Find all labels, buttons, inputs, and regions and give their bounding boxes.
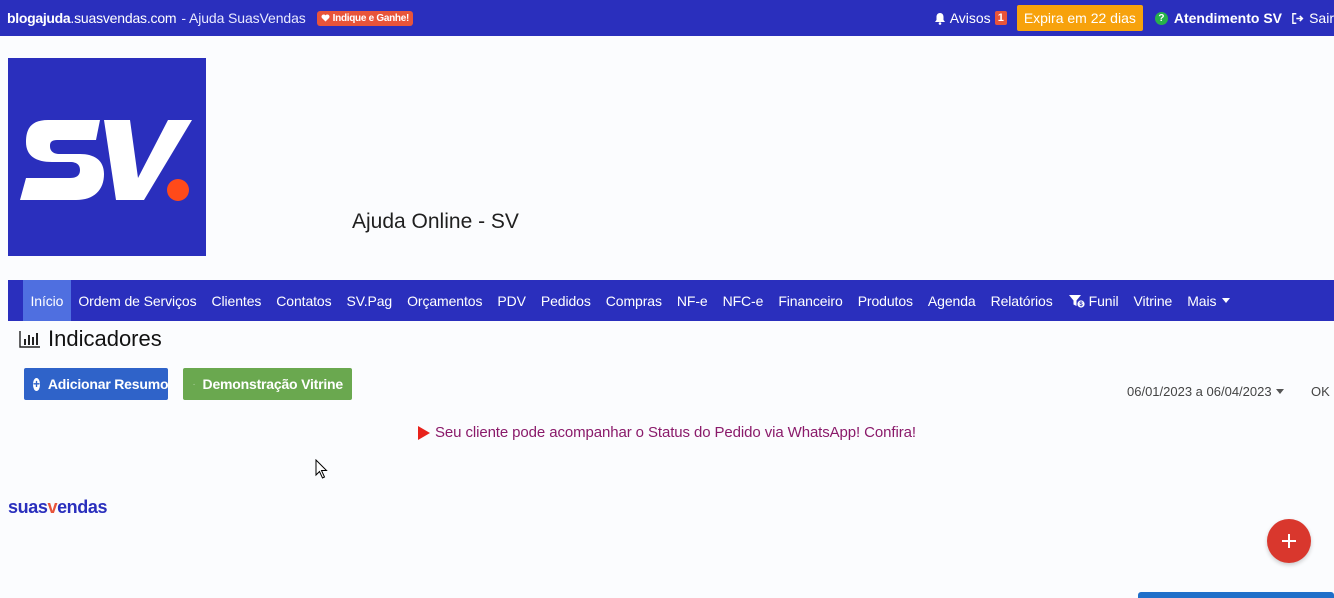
play-icon	[418, 425, 430, 440]
top-bar: blogajuda .suasvendas.com - Ajuda SuasVen…	[0, 0, 1334, 36]
company-logo	[8, 58, 206, 256]
footer-brand-v: v	[47, 497, 58, 517]
nav-item-nfe[interactable]: NF-e	[669, 280, 715, 321]
nav-item-mais[interactable]: Mais	[1180, 280, 1238, 321]
main-nav: Início Ordem de Serviços Clientes Contat…	[8, 280, 1334, 321]
site-domain-bold[interactable]: blogajuda	[7, 10, 71, 26]
bottom-panel-tab[interactable]	[1138, 592, 1334, 598]
add-resumo-label: Adicionar Resumo	[47, 376, 169, 392]
atendimento-label: Atendimento SV	[1173, 10, 1282, 26]
nav-item-clientes[interactable]: Clientes	[204, 280, 269, 321]
nav-item-ordem-de-servicos[interactable]: Ordem de Serviços	[71, 280, 204, 321]
avisos-count-badge: 1	[994, 11, 1007, 25]
nav-item-orcamentos[interactable]: Orçamentos	[400, 280, 490, 321]
plus-icon	[1282, 534, 1296, 548]
paper-plane-icon	[193, 383, 195, 385]
nav-item-nfce[interactable]: NFC-e	[715, 280, 771, 321]
funnel-icon: $	[1068, 294, 1086, 308]
nav-item-inicio[interactable]: Início	[23, 280, 71, 321]
site-info: blogajuda .suasvendas.com - Ajuda SuasVen…	[0, 10, 413, 26]
chevron-down-icon	[1275, 389, 1284, 394]
footer-brand-logo: suasvendas	[8, 497, 107, 518]
sair-link[interactable]: Sair	[1292, 10, 1334, 26]
logout-icon	[1292, 12, 1304, 24]
date-range-picker[interactable]: 06/01/2023 a 06/04/2023	[1127, 384, 1284, 399]
avisos-button[interactable]: Avisos 1	[934, 10, 1007, 26]
nav-item-pdv[interactable]: PDV	[490, 280, 534, 321]
footer-brand-post: endas	[57, 497, 108, 517]
section-title: Indicadores	[48, 326, 162, 351]
ok-button[interactable]: OK	[1311, 384, 1330, 399]
top-right-actions: Avisos 1 Expira em 22 dias ? Atendimento…	[934, 0, 1334, 36]
nav-item-funil[interactable]: $ Funil	[1060, 280, 1126, 321]
indique-label: Indique e Ganhe!	[332, 12, 410, 24]
sair-label: Sair	[1309, 10, 1334, 26]
footer-brand-pre: suas	[8, 497, 48, 517]
nav-item-produtos[interactable]: Produtos	[850, 280, 920, 321]
nav-item-contatos[interactable]: Contatos	[269, 280, 339, 321]
heart-icon	[321, 14, 330, 22]
page-title: Ajuda Online - SV	[352, 210, 519, 233]
nav-item-vitrine[interactable]: Vitrine	[1126, 280, 1180, 321]
avisos-label: Avisos	[949, 10, 991, 26]
demo-vitrine-label: Demonstração Vitrine	[202, 376, 344, 392]
nav-item-relatorios[interactable]: Relatórios	[983, 280, 1060, 321]
add-resumo-button[interactable]: + Adicionar Resumo	[24, 368, 169, 400]
expira-button[interactable]: Expira em 22 dias	[1016, 5, 1143, 31]
chevron-down-icon	[1222, 298, 1231, 303]
site-domain-rest[interactable]: .suasvendas.com	[70, 10, 176, 26]
whatsapp-banner-link[interactable]: Seu cliente pode acompanhar o Status do …	[418, 424, 916, 441]
nav-item-financeiro[interactable]: Financeiro	[771, 280, 850, 321]
atendimento-link[interactable]: ? Atendimento SV	[1154, 10, 1282, 26]
nav-item-pedidos[interactable]: Pedidos	[533, 280, 598, 321]
indicadores-header: Indicadores	[19, 326, 162, 352]
nav-item-mais-label: Mais	[1187, 292, 1217, 309]
bell-icon	[934, 12, 945, 25]
indique-badge[interactable]: Indique e Ganhe!	[316, 10, 413, 26]
site-title: - Ajuda SuasVendas	[181, 10, 306, 26]
chart-icon	[19, 331, 40, 348]
nav-item-compras[interactable]: Compras	[598, 280, 669, 321]
nav-item-funil-label: Funil	[1088, 292, 1119, 309]
demo-vitrine-button[interactable]: Demonstração Vitrine	[183, 368, 352, 400]
plus-circle-icon: +	[33, 377, 40, 391]
mouse-cursor-icon	[315, 459, 328, 479]
help-circle-icon: ?	[1154, 11, 1168, 25]
date-range-value: 06/01/2023 a 06/04/2023	[1127, 384, 1272, 399]
nav-item-agenda[interactable]: Agenda	[920, 280, 983, 321]
nav-item-svpag[interactable]: SV.Pag	[339, 280, 400, 321]
sv-logo-icon	[20, 120, 192, 201]
fab-add-button[interactable]	[1267, 519, 1311, 563]
whatsapp-banner-text: Seu cliente pode acompanhar o Status do …	[435, 424, 916, 441]
